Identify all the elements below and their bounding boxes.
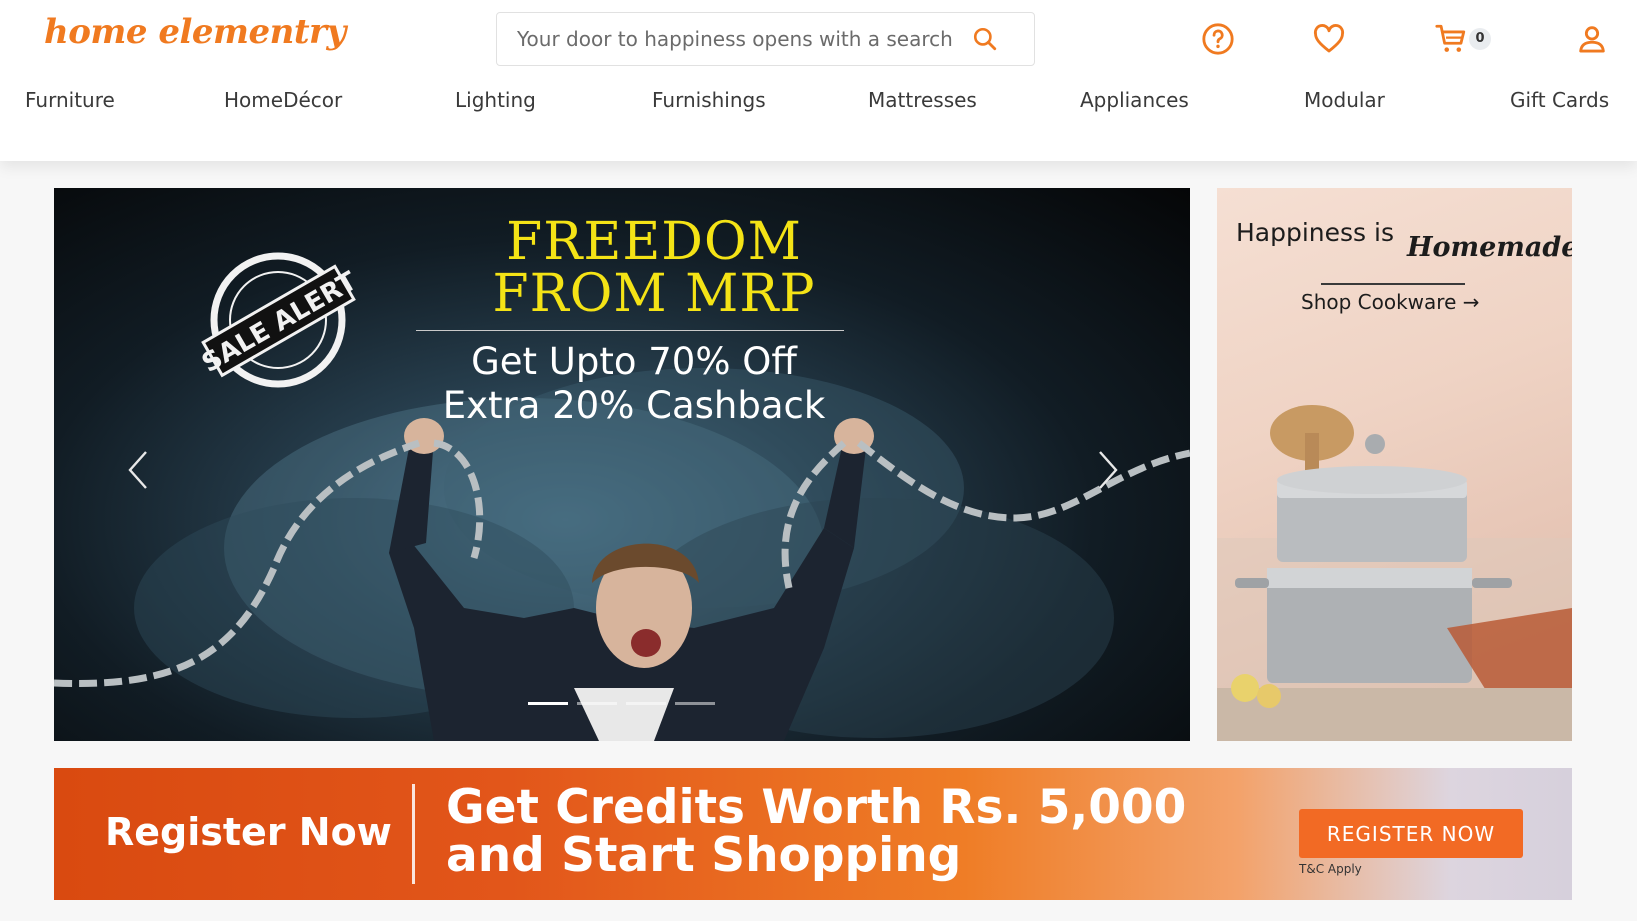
hero-subtitle-line2: Extra 20% Cashback: [442, 384, 826, 427]
nav-homedecor[interactable]: HomeDécor: [224, 88, 342, 112]
nav-modular[interactable]: Modular: [1304, 88, 1385, 112]
cookware-banner[interactable]: Happiness is Homemade Shop Cookware →: [1217, 188, 1572, 741]
register-now-button[interactable]: REGISTER NOW: [1299, 809, 1523, 858]
nav-gift-cards[interactable]: Gift Cards: [1510, 88, 1609, 112]
site-header: home elementry 0 Furniture HomeDécor Lig…: [0, 0, 1637, 161]
carousel-dot[interactable]: [577, 702, 617, 705]
user-icon[interactable]: [1575, 22, 1609, 56]
heart-icon[interactable]: [1312, 22, 1346, 56]
hero-title-line2: FROM MRP: [492, 264, 816, 324]
sale-alert-stamp: SALE ALERT: [198, 252, 358, 388]
tnc-text: T&C Apply: [1299, 862, 1362, 876]
cart-icon[interactable]: [1434, 22, 1468, 56]
brand-logo[interactable]: home elementry: [44, 12, 346, 52]
register-now-text: Register Now: [105, 810, 392, 854]
hero-title-line1: FREEDOM: [506, 212, 802, 272]
register-banner[interactable]: Register Now Get Credits Worth Rs. 5,000…: [54, 768, 1572, 900]
credits-headline-line2: and Start Shopping: [446, 828, 962, 883]
carousel-prev-arrow-icon[interactable]: [124, 446, 154, 494]
credits-headline-line1: Get Credits Worth Rs. 5,000: [446, 780, 1187, 835]
side-banner-script: Homemade: [1407, 232, 1572, 263]
banner-divider: [412, 784, 415, 884]
cart-count-badge: 0: [1469, 28, 1491, 50]
carousel-dot[interactable]: [626, 702, 666, 705]
credits-headline: Get Credits Worth Rs. 5,000 and Start Sh…: [446, 784, 1186, 880]
help-icon[interactable]: [1201, 22, 1235, 56]
carousel-dot[interactable]: [528, 702, 568, 705]
nav-appliances[interactable]: Appliances: [1080, 88, 1189, 112]
side-banner-title: Happiness is: [1236, 218, 1394, 247]
shop-cookware-link[interactable]: Shop Cookware →: [1301, 290, 1480, 314]
hero-divider: [416, 330, 844, 331]
nav-furniture[interactable]: Furniture: [25, 88, 115, 112]
side-banner-divider: [1321, 283, 1465, 285]
nav-lighting[interactable]: Lighting: [455, 88, 536, 112]
hero-title: FREEDOM FROM MRP: [399, 216, 909, 320]
carousel-dot[interactable]: [675, 702, 715, 705]
hero-subtitle-line1: Get Upto 70% Off: [471, 340, 797, 383]
nav-furnishings[interactable]: Furnishings: [652, 88, 766, 112]
cookware-image: [1217, 405, 1572, 741]
hero-subtitle: Get Upto 70% Off Extra 20% Cashback: [354, 340, 914, 428]
search-icon[interactable]: [972, 26, 998, 52]
search-bar[interactable]: [496, 12, 1035, 66]
search-input[interactable]: [517, 13, 957, 65]
carousel-indicators: [528, 702, 718, 706]
main-nav: Furniture HomeDécor Lighting Furnishings…: [0, 88, 1637, 122]
carousel-next-arrow-icon[interactable]: [1092, 446, 1122, 494]
nav-mattresses[interactable]: Mattresses: [868, 88, 977, 112]
hero-carousel[interactable]: SALE ALERT FREEDOM FROM MRP Get Upto 70%…: [54, 188, 1190, 741]
